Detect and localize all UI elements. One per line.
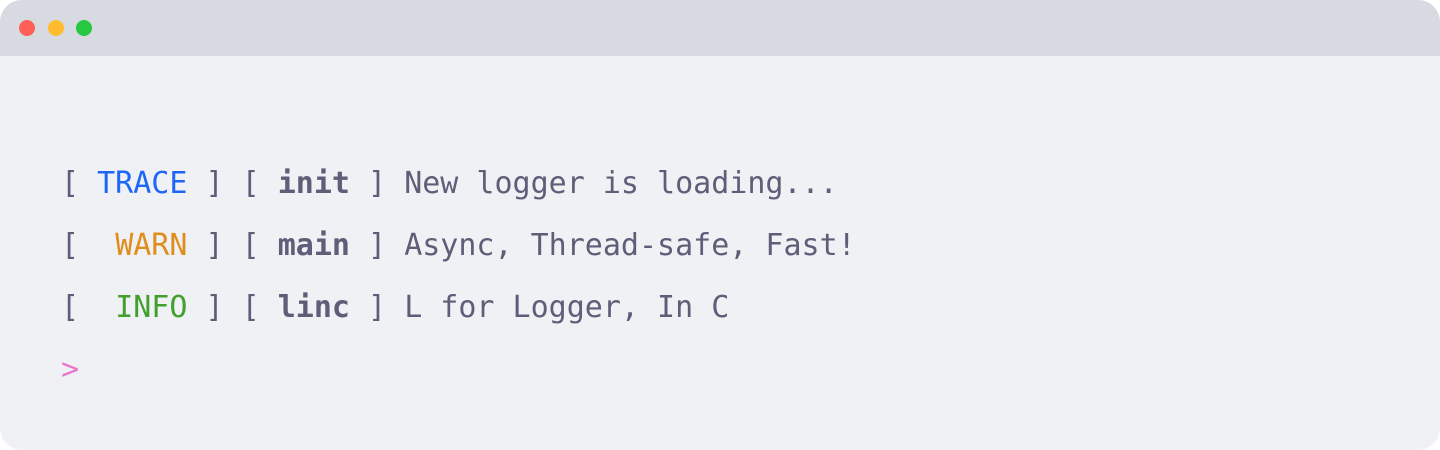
terminal-window: [ TRACE ] [ init ] New logger is loading… bbox=[0, 0, 1440, 450]
log-tag: main bbox=[277, 228, 350, 263]
log-level-warn: WARN bbox=[115, 228, 188, 263]
bracket: [ bbox=[61, 166, 98, 201]
title-bar bbox=[0, 0, 1440, 56]
bracket: ] [ bbox=[187, 290, 278, 325]
bracket: ] [ bbox=[187, 228, 278, 263]
minimize-icon[interactable] bbox=[48, 20, 64, 36]
bracket: ] bbox=[350, 228, 405, 263]
terminal-output[interactable]: [ TRACE ] [ init ] New logger is loading… bbox=[61, 160, 856, 408]
bracket: [ bbox=[61, 290, 98, 325]
log-level-pad bbox=[97, 228, 115, 263]
log-level-trace: TRACE bbox=[97, 166, 188, 201]
log-message: L for Logger, In C bbox=[404, 290, 730, 325]
log-message: Async, Thread-safe, Fast! bbox=[404, 228, 856, 263]
bracket: ] [ bbox=[187, 166, 278, 201]
log-line-info: [ INFO ] [ linc ] L for Logger, In C bbox=[61, 284, 856, 346]
log-message: New logger is loading... bbox=[404, 166, 838, 201]
prompt-chevron-icon: > bbox=[61, 352, 80, 387]
prompt-line[interactable]: > bbox=[61, 346, 856, 408]
log-line-warn: [ WARN ] [ main ] Async, Thread-safe, Fa… bbox=[61, 222, 856, 284]
bracket: [ bbox=[61, 228, 98, 263]
bracket: ] bbox=[350, 166, 405, 201]
log-level-pad bbox=[97, 290, 115, 325]
log-tag: init bbox=[277, 166, 350, 201]
maximize-icon[interactable] bbox=[76, 20, 92, 36]
bracket: ] bbox=[350, 290, 405, 325]
log-level-info: INFO bbox=[115, 290, 188, 325]
log-line-trace: [ TRACE ] [ init ] New logger is loading… bbox=[61, 160, 856, 222]
close-icon[interactable] bbox=[19, 20, 35, 36]
log-tag: linc bbox=[277, 290, 350, 325]
